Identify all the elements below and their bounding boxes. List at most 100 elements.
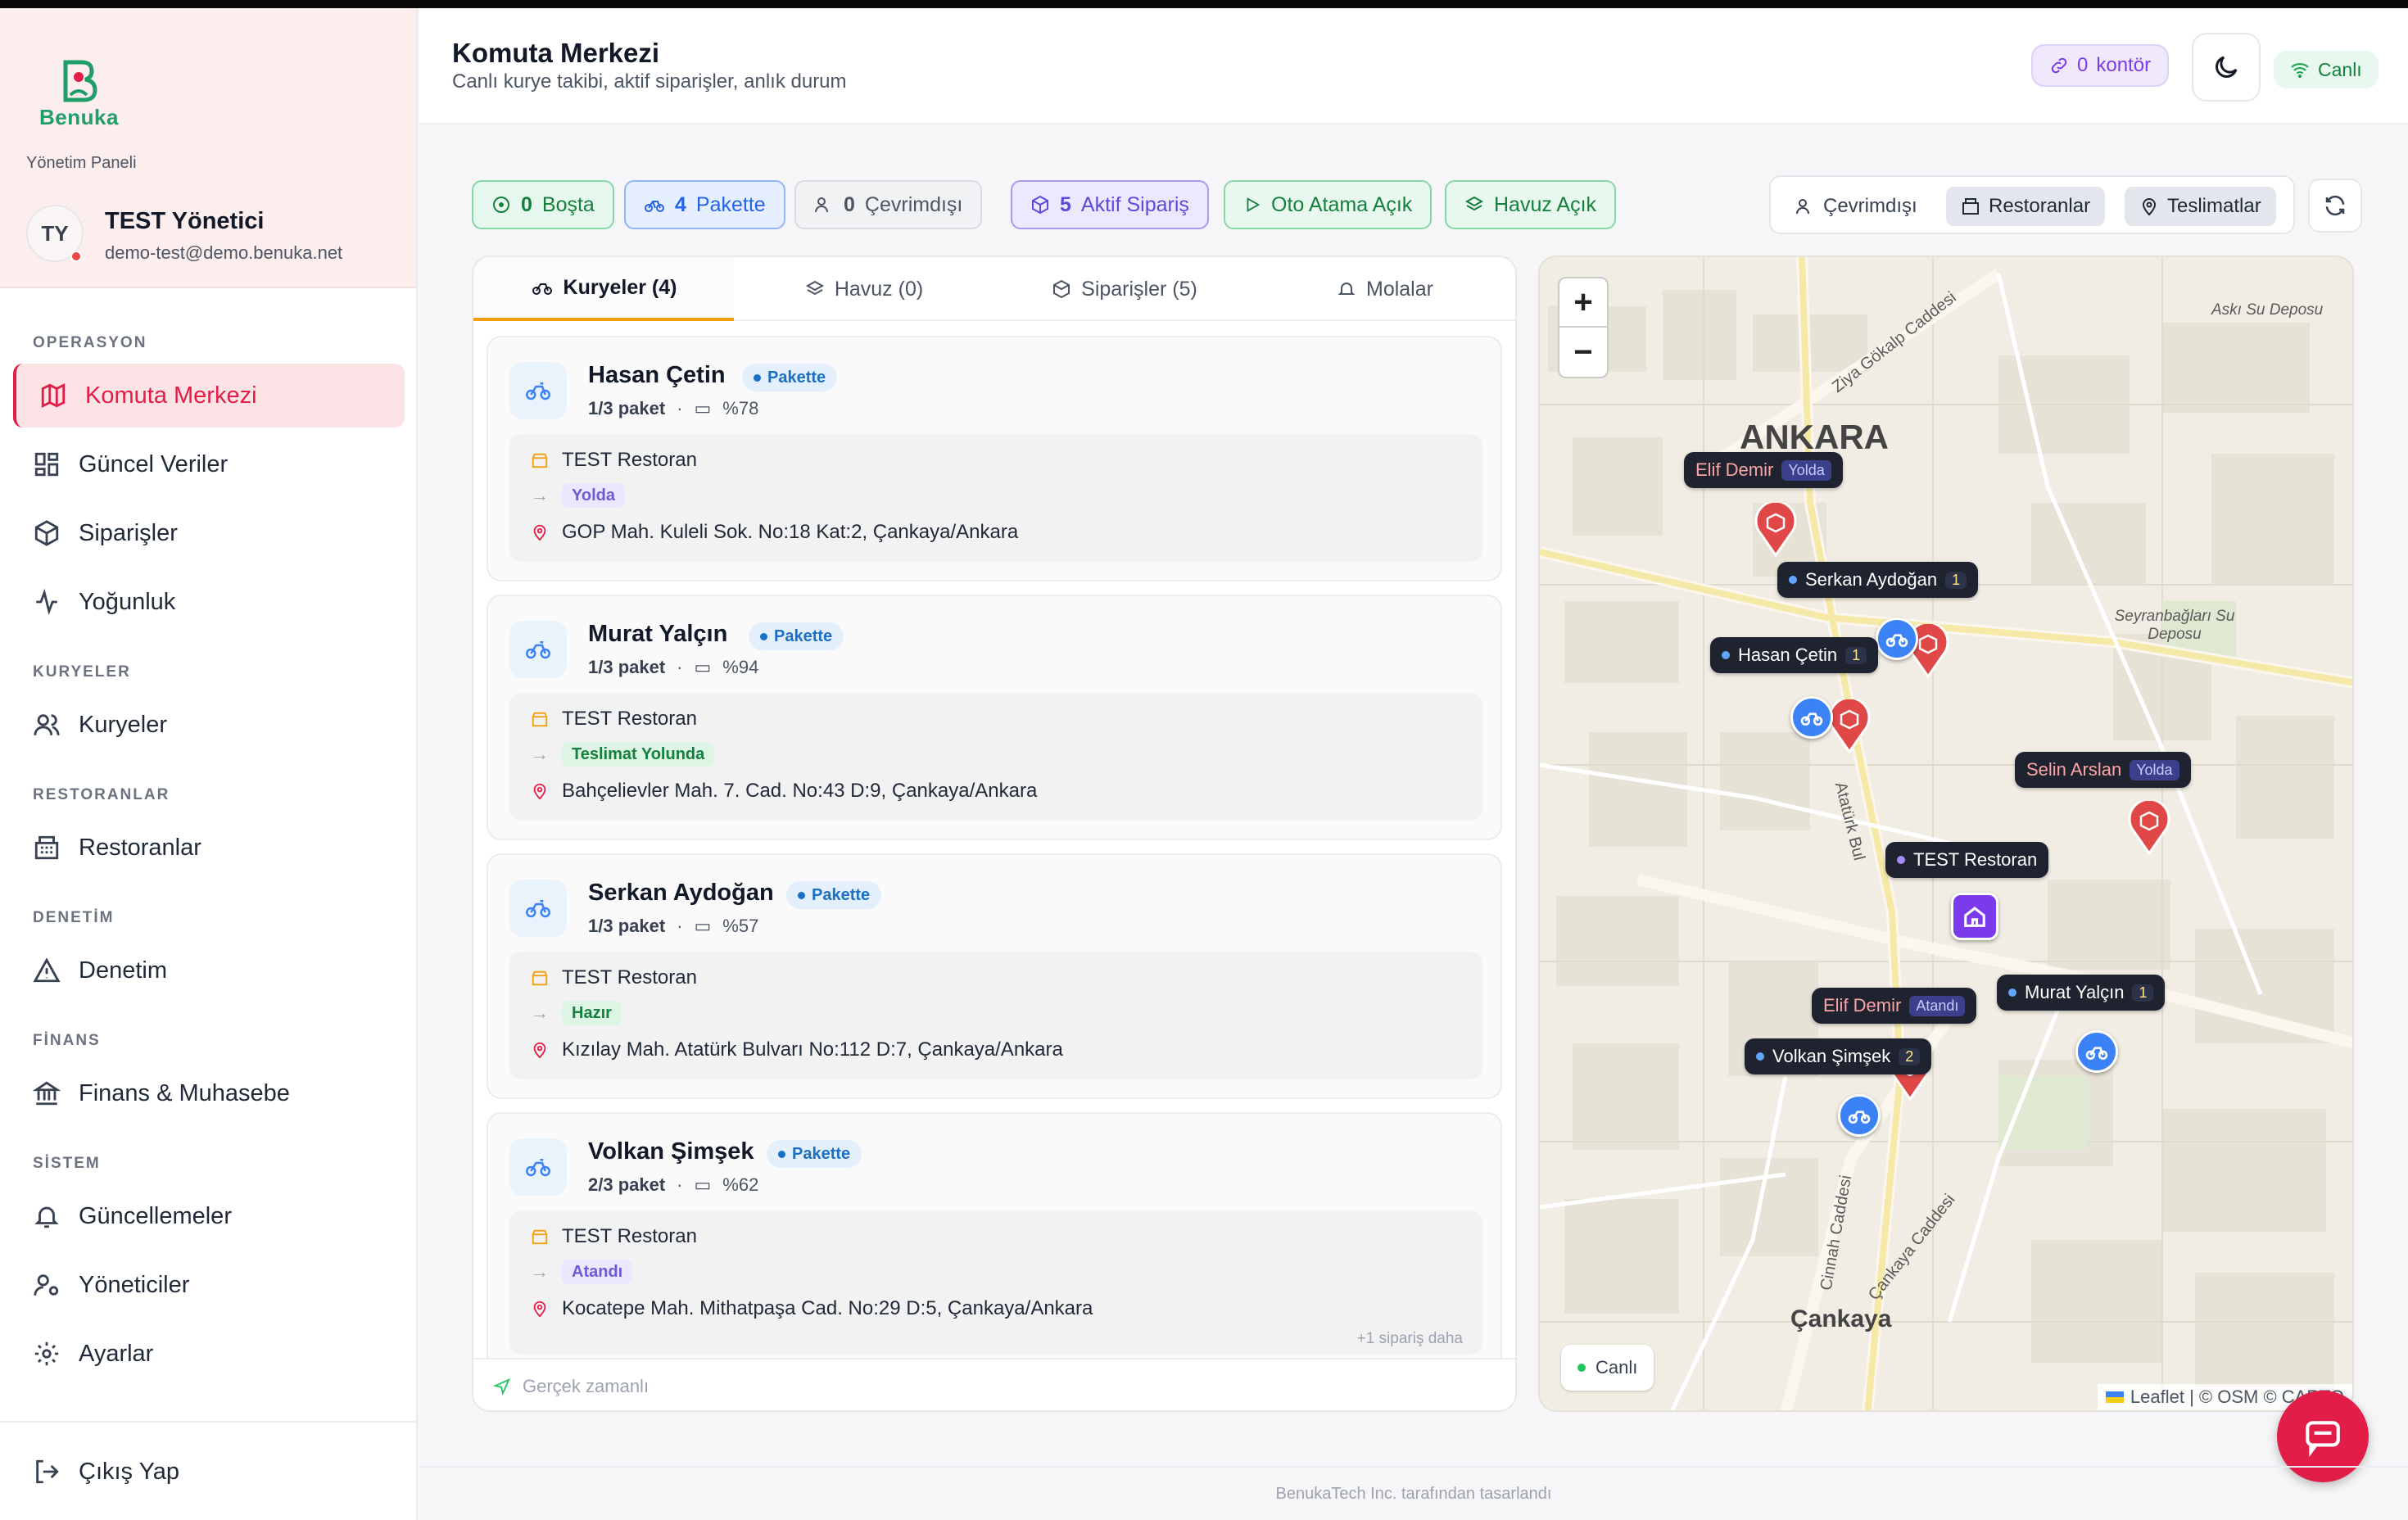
sidebar-item-guncel-veriler[interactable]: Güncel Veriler [13, 432, 405, 496]
top-strip [0, 0, 2408, 8]
map-icon [41, 382, 66, 409]
panel-footer: Gerçek zamanlı [473, 1358, 1515, 1410]
map-pin-icon [533, 524, 546, 541]
courier-panel: Kuryeler (4) Havuz (0) Siparişler (5) Mo… [472, 256, 1517, 1412]
kontor-count: 0 [2077, 54, 2089, 76]
map-label-hasan-cetin: Hasan Çetin 1 [1710, 637, 1879, 673]
filter-pakette[interactable]: 4 Pakette [624, 180, 785, 229]
order-pin-icon[interactable] [2126, 801, 2172, 855]
panel-tabs: Kuryeler (4) Havuz (0) Siparişler (5) Mo… [473, 257, 1515, 321]
filter-bosta[interactable]: 0 Boşta [472, 180, 614, 229]
courier-pin-icon[interactable] [1838, 1094, 1881, 1137]
sidebar-item-ayarlar[interactable]: Ayarlar [13, 1322, 405, 1386]
sidebar-item-label: Restoranlar [79, 834, 201, 861]
auto-assign-toggle[interactable]: Oto Atama Açık [1224, 180, 1433, 229]
order-details: TEST Restoran → Teslimat Yolunda Bahçelie… [509, 693, 1482, 821]
bell-icon [34, 1206, 59, 1228]
sidebar-item-finans[interactable]: Finans & Muhasebe [13, 1061, 405, 1125]
building-icon [1962, 198, 1979, 215]
map-district-label: Çankaya [1790, 1305, 1892, 1332]
layer-cevrimdisi-button[interactable]: Çevrimdışı [1781, 187, 1932, 226]
courier-pin-icon[interactable] [1876, 618, 1918, 660]
tab-kuryeler[interactable]: Kuryeler (4) [473, 257, 734, 321]
order-pin-icon[interactable] [1826, 699, 1872, 753]
bike-icon [509, 621, 567, 678]
layer-teslimatlar-button[interactable]: Teslimatlar [2125, 187, 2276, 226]
order-status-row: → Atandı [531, 1260, 633, 1284]
filter-cevrimdisi[interactable]: 0 Çevrimdışı [794, 180, 983, 229]
filter-aktif-siparis[interactable]: 5 Aktif Sipariş [1011, 180, 1209, 229]
sidebar-item-denetim[interactable]: Denetim [13, 939, 405, 1002]
sidebar-item-komuta-merkezi[interactable]: Komuta Merkezi [13, 364, 405, 428]
tab-siparisler[interactable]: Siparişler (5) [994, 257, 1255, 321]
courier-card[interactable]: Hasan Çetin Pakette 1/3 paket · ▭ %78 TEST … [487, 336, 1502, 581]
layer-label: Çevrimdışı [1823, 195, 1917, 217]
nav-section-restoranlar: RESTORANLAR [33, 786, 170, 803]
kontor-label: kontör [2096, 54, 2152, 76]
battery-icon: ▭ [694, 657, 712, 677]
nav-section-sistem: SİSTEM [33, 1155, 101, 1172]
restaurant-row: TEST Restoran [531, 1225, 697, 1248]
nav-section-operasyon: OPERASYON [33, 334, 147, 351]
courier-pin-icon[interactable] [2075, 1030, 2118, 1073]
order-details: TEST Restoran → Hazır Kızılay Mah. Atatür… [509, 952, 1482, 1079]
refresh-icon [2325, 195, 2345, 216]
sidebar-item-guncellemeler[interactable]: Güncellemeler [13, 1184, 405, 1248]
store-icon [532, 970, 548, 986]
restaurant-row: TEST Restoran [531, 708, 697, 731]
sidebar-item-label: Kuryeler [79, 711, 167, 738]
tab-label: Siparişler (5) [1081, 277, 1197, 301]
courier-card[interactable]: Serkan Aydoğan Pakette 1/3 paket · ▭ %57 TE… [487, 853, 1502, 1099]
address-row: Kocatepe Mah. Mithatpaşa Cad. No:29 D:5,… [531, 1297, 1093, 1320]
map-place-label: Askı Su Deposu [2211, 301, 2324, 319]
tab-havuz[interactable]: Havuz (0) [734, 257, 994, 321]
map-layer-toggle: Çevrimdışı Restoranlar Teslimatlar [1769, 175, 2295, 234]
user-card[interactable]: TY TEST Yönetici demo-test@demo.benuka.n… [26, 201, 403, 272]
kontor-badge[interactable]: 0 kontör [2031, 44, 2170, 87]
courier-card[interactable]: Murat Yalçın Pakette 1/3 paket · ▭ %94 TEST… [487, 595, 1502, 840]
pool-toggle[interactable]: Havuz Açık [1445, 180, 1617, 229]
live-label: Canlı [2318, 58, 2362, 80]
tab-molalar[interactable]: Molalar [1255, 257, 1515, 321]
sidebar-item-label: Güncellemeler [79, 1202, 232, 1229]
courier-meta: 2/3 paket · ▭ %62 [588, 1174, 759, 1195]
courier-name: Serkan Aydoğan [588, 880, 774, 906]
address-row: Kızılay Mah. Atatürk Bulvarı No:112 D:7,… [531, 1038, 1063, 1061]
filter-label: Çevrimdışı [864, 192, 963, 216]
status-badge: Pakette [749, 622, 844, 650]
sidebar-item-yogunluk[interactable]: Yoğunluk [13, 570, 405, 634]
map-city-label: ANKARA [1740, 418, 1889, 456]
sidebar-item-kuryeler[interactable]: Kuryeler [13, 693, 405, 757]
map-place-label: Seyranbağları Su Deposu [2114, 608, 2235, 643]
brand-logo[interactable]: Benuka [36, 59, 126, 133]
sidebar-item-yoneticiler[interactable]: Yöneticiler [13, 1253, 405, 1317]
restaurant-pin-icon[interactable] [1951, 893, 1998, 940]
map-label-volkan-simsek: Volkan Şimşek 2 [1745, 1038, 1932, 1074]
restaurant-row: TEST Restoran [531, 966, 697, 989]
layer-restoranlar-button[interactable]: Restoranlar [1946, 187, 2106, 226]
logout-button[interactable]: Çıkış Yap [13, 1440, 405, 1504]
sidebar-item-restoranlar[interactable]: Restoranlar [13, 816, 405, 880]
users-icon [34, 714, 60, 735]
zoom-in-button[interactable]: + [1559, 278, 1607, 328]
order-pin-icon[interactable] [1753, 503, 1799, 557]
sidebar-item-siparisler[interactable]: Siparişler [13, 501, 405, 565]
filter-count: 0 [844, 192, 855, 216]
activity-icon [36, 588, 57, 616]
sidebar-item-label: Güncel Veriler [79, 450, 229, 477]
realtime-label: Gerçek zamanlı [523, 1376, 650, 1396]
battery-icon: ▭ [694, 916, 712, 936]
zoom-out-button[interactable]: − [1559, 328, 1607, 377]
tab-label: Kuryeler (4) [563, 275, 677, 299]
sidebar: Benuka Yönetim Paneli TY TEST Yönetici d… [0, 8, 418, 1520]
map-view[interactable]: ANKARA Askı Su Deposu Seyranbağları Su D… [1538, 256, 2354, 1412]
store-icon [532, 1229, 548, 1245]
courier-pin-icon[interactable] [1790, 696, 1833, 739]
theme-toggle-button[interactable] [2192, 33, 2261, 102]
bike-icon [509, 1138, 567, 1196]
courier-card[interactable]: Volkan Şimşek Pakette 2/3 paket · ▭ %62 TES… [487, 1112, 1502, 1374]
map-live-indicator: Canlı [1561, 1345, 1654, 1391]
filter-count: 5 [1060, 192, 1071, 216]
refresh-button[interactable] [2308, 179, 2362, 233]
order-details: TEST Restoran → Yolda GOP Mah. Kuleli Sok… [509, 434, 1482, 562]
